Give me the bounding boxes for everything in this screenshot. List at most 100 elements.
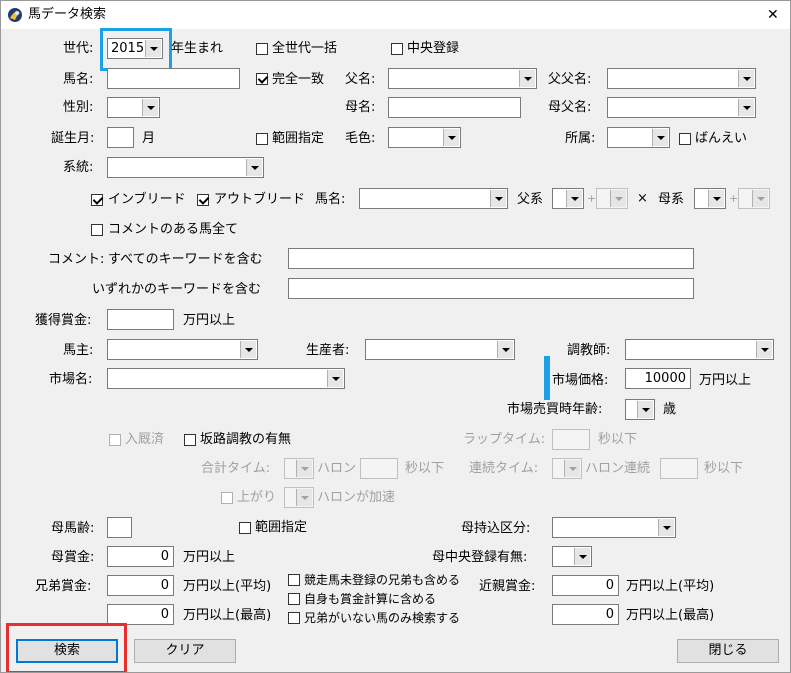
market-price-unit: 万円以上 bbox=[699, 373, 752, 388]
only-no-sibling-checkbox[interactable] bbox=[288, 612, 300, 624]
sire-line-label: 父系 bbox=[517, 192, 544, 207]
chevron-down-icon[interactable] bbox=[564, 460, 580, 477]
total-time-furlong-select[interactable] bbox=[284, 458, 314, 479]
chevron-down-icon[interactable] bbox=[708, 190, 724, 207]
sex-select[interactable] bbox=[107, 97, 160, 118]
clear-button[interactable]: クリア bbox=[134, 639, 236, 663]
market-price-input[interactable]: 10000 bbox=[625, 368, 691, 389]
chevron-down-icon[interactable] bbox=[327, 370, 343, 387]
owner-select[interactable] bbox=[107, 339, 258, 360]
dam-line-select-1[interactable] bbox=[694, 188, 726, 209]
all-generations-label: 全世代一括 bbox=[272, 41, 338, 56]
coat-select[interactable] bbox=[388, 127, 461, 148]
agari-checkbox[interactable] bbox=[221, 492, 233, 504]
lap-time-input[interactable] bbox=[552, 429, 590, 450]
prize-unit: 万円以上 bbox=[183, 313, 236, 328]
affiliation-select[interactable] bbox=[607, 127, 670, 148]
sire-line-select-2[interactable] bbox=[596, 188, 628, 209]
relative-prize-avg-input[interactable]: 0 bbox=[552, 575, 619, 596]
chevron-down-icon[interactable] bbox=[443, 129, 459, 146]
chevron-down-icon[interactable] bbox=[296, 489, 312, 506]
range-spec-checkbox[interactable] bbox=[256, 133, 268, 145]
breed-horse-select[interactable] bbox=[359, 188, 508, 209]
chevron-down-icon[interactable] bbox=[637, 401, 653, 418]
all-generations-checkbox[interactable] bbox=[256, 43, 268, 55]
total-time-unit: 秒以下 bbox=[405, 461, 445, 476]
prize-input[interactable] bbox=[107, 309, 174, 330]
market-age-select[interactable] bbox=[625, 399, 655, 420]
sibling-prize-avg-unit: 万円以上(平均) bbox=[183, 579, 272, 594]
consec-time-label: 連続タイム: bbox=[469, 461, 539, 476]
slope-training-checkbox[interactable] bbox=[184, 434, 196, 446]
chevron-down-icon[interactable] bbox=[738, 70, 754, 87]
chevron-down-icon[interactable] bbox=[246, 159, 262, 176]
chevron-down-icon[interactable] bbox=[752, 190, 768, 207]
market-label: 市場名: bbox=[49, 372, 93, 387]
dam-age-input[interactable] bbox=[107, 517, 132, 538]
in-stable-checkbox[interactable] bbox=[109, 434, 121, 446]
coat-label: 毛色: bbox=[345, 131, 376, 146]
sire-line-select-1[interactable] bbox=[552, 188, 584, 209]
breeder-select[interactable] bbox=[365, 339, 515, 360]
inbreed-checkbox[interactable] bbox=[91, 194, 103, 206]
chevron-down-icon[interactable] bbox=[566, 190, 582, 207]
comment-any-input[interactable] bbox=[288, 278, 694, 299]
birth-month-input[interactable] bbox=[107, 127, 134, 148]
include-unraced-checkbox[interactable] bbox=[288, 574, 300, 586]
close-window-icon[interactable]: ✕ bbox=[767, 7, 779, 23]
chevron-down-icon[interactable] bbox=[652, 129, 668, 146]
chevron-down-icon[interactable] bbox=[142, 99, 158, 116]
include-self-label: 自身も賞金計算に含める bbox=[304, 592, 437, 606]
chevron-down-icon[interactable] bbox=[296, 460, 312, 477]
agari-furlong-select[interactable] bbox=[284, 487, 314, 508]
include-self-checkbox[interactable] bbox=[288, 593, 300, 605]
sire-select[interactable] bbox=[388, 68, 537, 89]
chevron-down-icon[interactable] bbox=[756, 341, 772, 358]
lineage-select[interactable] bbox=[107, 157, 264, 178]
chevron-down-icon[interactable] bbox=[738, 99, 754, 116]
dam-input[interactable] bbox=[388, 97, 521, 118]
banei-checkbox[interactable] bbox=[679, 133, 691, 145]
sibling-prize-max-unit: 万円以上(最高) bbox=[183, 608, 272, 623]
chevron-down-icon[interactable] bbox=[574, 548, 590, 565]
market-select[interactable] bbox=[107, 368, 345, 389]
horse-name-input[interactable] bbox=[107, 68, 240, 89]
sibling-prize-max-input[interactable]: 0 bbox=[107, 604, 174, 625]
trainer-select[interactable] bbox=[625, 339, 774, 360]
search-button-highlight bbox=[6, 623, 127, 672]
sires-sire-select[interactable] bbox=[607, 68, 756, 89]
include-unraced-label: 競走馬未登録の兄弟も含める bbox=[304, 573, 461, 587]
close-button[interactable]: 閉じる bbox=[677, 639, 779, 663]
dam-prize-input[interactable]: 0 bbox=[107, 546, 174, 567]
dam-import-select[interactable] bbox=[552, 517, 676, 538]
sibling-prize-avg-input[interactable]: 0 bbox=[107, 575, 174, 596]
dam-line-select-2[interactable] bbox=[738, 188, 770, 209]
chevron-down-icon[interactable] bbox=[490, 190, 506, 207]
chevron-down-icon[interactable] bbox=[240, 341, 256, 358]
consec-time-input[interactable] bbox=[660, 458, 698, 479]
relative-prize-max-input[interactable]: 0 bbox=[552, 604, 619, 625]
title-bar: 馬データ検索 ✕ bbox=[1, 1, 790, 29]
chevron-down-icon[interactable] bbox=[610, 190, 626, 207]
comment-all-label: すべてのキーワードを含む bbox=[108, 252, 263, 267]
dam-central-label: 母中央登録有無: bbox=[432, 550, 528, 565]
exact-match-checkbox[interactable] bbox=[256, 73, 268, 85]
total-time-input[interactable] bbox=[360, 458, 398, 479]
outbreed-checkbox[interactable] bbox=[197, 194, 209, 206]
relative-prize-avg-unit: 万円以上(平均) bbox=[626, 579, 715, 594]
consec-time-select[interactable] bbox=[552, 458, 582, 479]
dam-central-select[interactable] bbox=[552, 546, 592, 567]
comment-all-input[interactable] bbox=[288, 248, 694, 269]
window-title: 馬データ検索 bbox=[28, 7, 107, 22]
sibling-prize-label: 兄弟賞金: bbox=[35, 579, 92, 594]
chevron-down-icon[interactable] bbox=[519, 70, 535, 87]
sires-sire-label: 父父名: bbox=[548, 72, 592, 87]
chevron-down-icon[interactable] bbox=[658, 519, 674, 536]
comment-any-label: いずれかのキーワードを含む bbox=[92, 282, 262, 297]
with-comment-checkbox[interactable] bbox=[91, 224, 103, 236]
dams-sire-select[interactable] bbox=[607, 97, 756, 118]
chevron-down-icon[interactable] bbox=[497, 341, 513, 358]
dam-import-label: 母持込区分: bbox=[461, 521, 531, 536]
dam-age-range-checkbox[interactable] bbox=[239, 522, 251, 534]
central-registered-checkbox[interactable] bbox=[391, 43, 403, 55]
